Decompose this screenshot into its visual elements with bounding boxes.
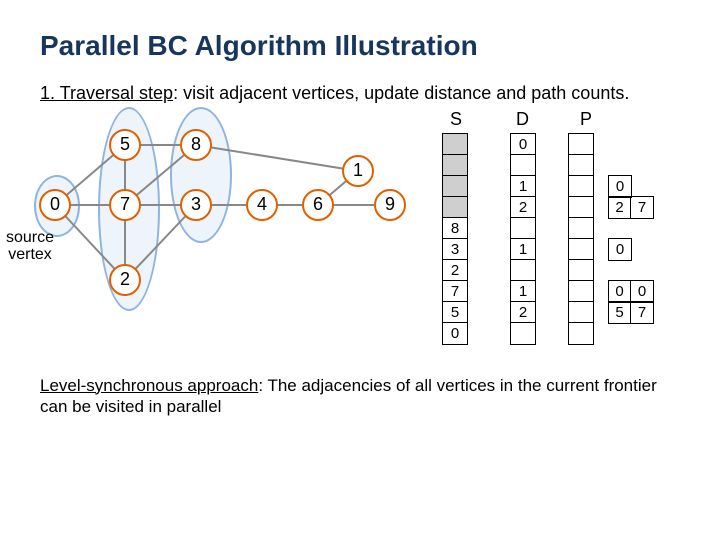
edges [40,115,420,345]
cell [443,197,467,218]
scene: 0 5 7 2 8 3 4 6 1 9 source vertex S D P … [40,115,680,355]
node-8: 8 [180,129,212,161]
cell [511,323,535,344]
node-5: 5 [109,129,141,161]
cell [569,323,593,344]
col-D: 0 1 2 1 1 2 [510,133,536,345]
approach-prefix: Level-synchronous approach [40,376,258,395]
node-1: 1 [342,155,374,187]
cell: 0 [511,134,535,155]
step-desc-rest: : visit adjacent vertices, update distan… [173,83,629,103]
node-6: 6 [302,189,334,221]
cell [443,176,467,197]
approach-desc: Level-synchronous approach: The adjacenc… [40,375,680,418]
cell [569,197,593,218]
frontier-level-2 [170,107,232,243]
cell [569,155,593,176]
cell [569,281,593,302]
col-P [568,133,594,345]
cell: 1 [511,239,535,260]
cell: 2 [511,197,535,218]
step-desc-prefix: 1. Traversal step [40,83,173,103]
cell [511,218,535,239]
cell [569,239,593,260]
node-9: 9 [374,189,406,221]
cell: 1 [511,176,535,197]
cell [443,155,467,176]
pside-r3: 0 [608,238,632,261]
pside-r2: 2 7 [608,196,654,219]
cell [569,134,593,155]
cell [569,260,593,281]
slide-title: Parallel BC Algorithm Illustration [40,30,680,62]
node-0: 0 [39,189,71,221]
pside-r1: 0 [608,175,632,198]
node-7: 7 [109,189,141,221]
cell: 1 [511,281,535,302]
col-label-S: S [450,109,462,130]
cell [569,302,593,323]
step-desc: 1. Traversal step: visit adjacent vertic… [40,82,680,105]
cell: 8 [443,218,467,239]
col-S: 8 3 2 7 5 0 [442,133,468,345]
cell: 2 [443,260,467,281]
source-vertex-label: source vertex [6,229,54,264]
cell [511,155,535,176]
col-label-P: P [580,109,592,130]
pside-r4: 0 0 [608,280,654,303]
cell [511,260,535,281]
cell [443,134,467,155]
cell [569,176,593,197]
node-2: 2 [109,264,141,296]
cell: 5 [443,302,467,323]
cell: 2 [511,302,535,323]
node-3: 3 [180,189,212,221]
cell: 0 [443,323,467,344]
cell [569,218,593,239]
cell: 3 [443,239,467,260]
cell: 7 [443,281,467,302]
pside-r5: 5 7 [608,301,654,324]
col-label-D: D [516,109,529,130]
node-4: 4 [246,189,278,221]
